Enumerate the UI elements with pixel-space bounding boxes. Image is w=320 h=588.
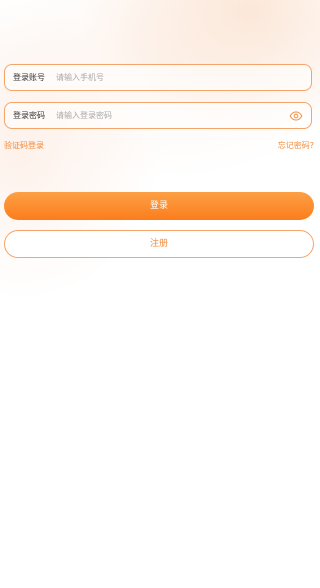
eye-icon[interactable] bbox=[289, 109, 303, 123]
login-button[interactable]: 登录 bbox=[4, 192, 314, 220]
account-field[interactable]: 登录账号 bbox=[4, 64, 312, 91]
password-label: 登录密码 bbox=[13, 111, 45, 120]
password-field[interactable]: 登录密码 bbox=[4, 102, 312, 129]
account-label: 登录账号 bbox=[13, 73, 45, 82]
sms-login-link[interactable]: 验证码登录 bbox=[4, 140, 44, 152]
account-input[interactable] bbox=[56, 69, 276, 86]
forgot-password-link[interactable]: 忘记密码? bbox=[278, 140, 314, 152]
register-button[interactable]: 注册 bbox=[4, 230, 314, 258]
password-input[interactable] bbox=[56, 107, 276, 124]
